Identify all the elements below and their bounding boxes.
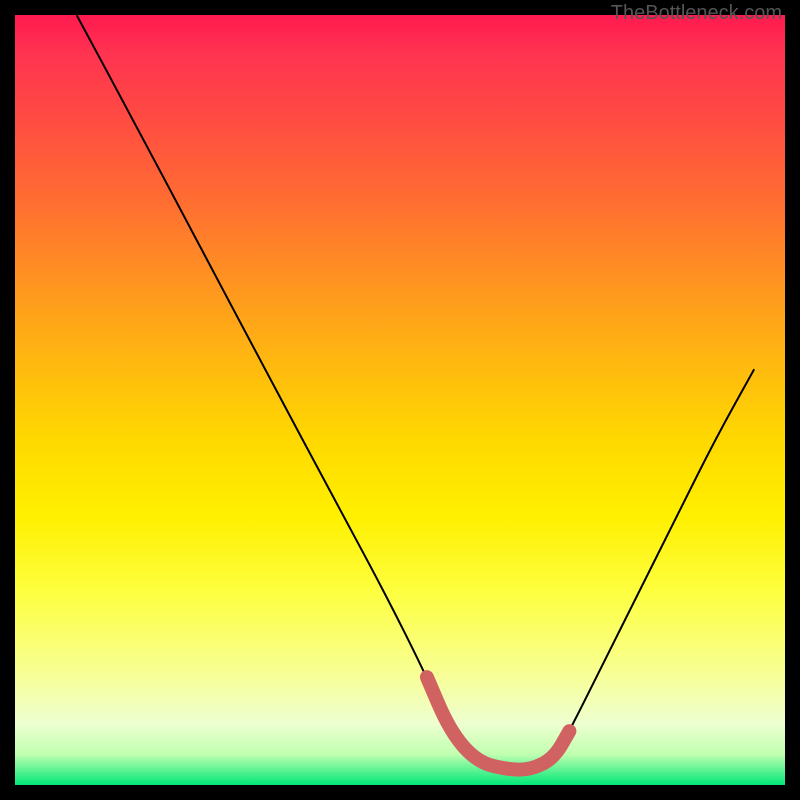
- watermark-text: TheBottleneck.com: [611, 2, 782, 25]
- chart-plot-area: [15, 15, 785, 785]
